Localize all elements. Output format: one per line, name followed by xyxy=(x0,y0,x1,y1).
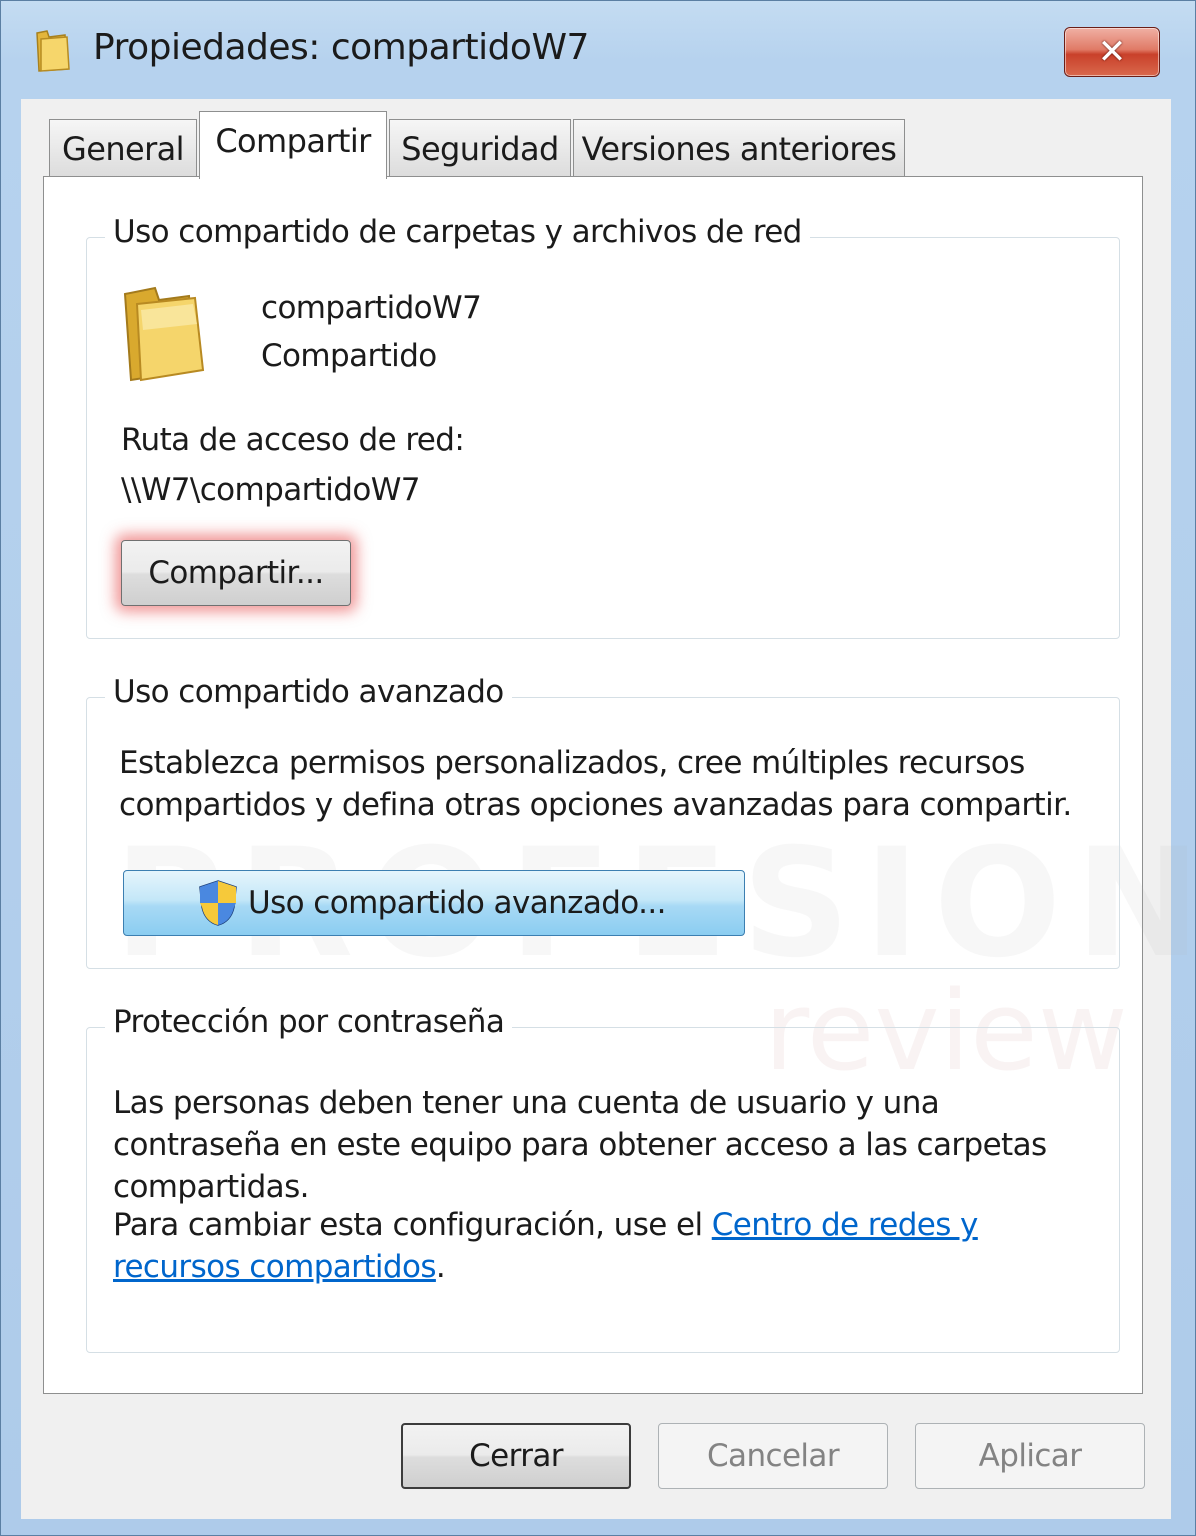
network-path-value: \\W7\compartidoW7 xyxy=(121,472,421,508)
change-prefix: Para cambiar esta configuración, use el xyxy=(113,1207,712,1243)
close-dialog-button[interactable]: Cerrar xyxy=(401,1423,631,1489)
advanced-sharing-button-label: Uso compartido avanzado... xyxy=(248,885,666,921)
cancel-button[interactable]: Cancelar xyxy=(658,1423,888,1489)
close-button[interactable]: ✕ xyxy=(1064,27,1160,77)
tab-strip: General Compartir Seguridad Versiones an… xyxy=(21,99,1171,179)
share-button[interactable]: Compartir... xyxy=(121,540,351,606)
password-protection-change-text: Para cambiar esta configuración, use el … xyxy=(113,1204,1013,1288)
advanced-sharing-legend: Uso compartido avanzado xyxy=(105,674,512,710)
properties-dialog: Propiedades: compartidoW7 ✕ General Comp… xyxy=(0,0,1196,1536)
password-protection-group: Protección por contraseña Las personas d… xyxy=(86,1004,1120,1353)
tab-compartir[interactable]: Compartir xyxy=(199,111,387,179)
apply-button[interactable]: Aplicar xyxy=(915,1423,1145,1489)
tab-versiones-anteriores[interactable]: Versiones anteriores xyxy=(573,119,905,177)
folder-name: compartidoW7 xyxy=(261,290,482,326)
close-icon: ✕ xyxy=(1097,32,1127,72)
advanced-sharing-button[interactable]: Uso compartido avanzado... xyxy=(123,870,745,936)
network-sharing-legend: Uso compartido de carpetas y archivos de… xyxy=(105,214,810,250)
tab-panel-compartir: PROFESIONAL review Uso compartido de car… xyxy=(43,176,1196,1394)
advanced-sharing-description: Establezca permisos personalizados, cree… xyxy=(119,745,1072,823)
password-protection-description: Las personas deben tener una cuenta de u… xyxy=(113,1085,1047,1205)
network-sharing-group: Uso compartido de carpetas y archivos de… xyxy=(86,214,1120,639)
sharing-status: Compartido xyxy=(261,338,437,374)
tab-general[interactable]: General xyxy=(49,119,197,177)
shared-folder-icon xyxy=(123,286,205,382)
folder-icon xyxy=(36,30,70,72)
dialog-body: General Compartir Seguridad Versiones an… xyxy=(21,99,1196,1519)
title-bar[interactable]: Propiedades: compartidoW7 ✕ xyxy=(1,1,1195,101)
tab-seguridad[interactable]: Seguridad xyxy=(389,119,571,177)
change-suffix: . xyxy=(435,1249,446,1285)
window-title: Propiedades: compartidoW7 xyxy=(93,27,589,68)
network-path-label: Ruta de acceso de red: xyxy=(121,422,465,458)
password-protection-legend: Protección por contraseña xyxy=(105,1004,513,1040)
uac-shield-icon xyxy=(199,880,237,926)
advanced-sharing-group: Uso compartido avanzado Establezca permi… xyxy=(86,674,1120,969)
